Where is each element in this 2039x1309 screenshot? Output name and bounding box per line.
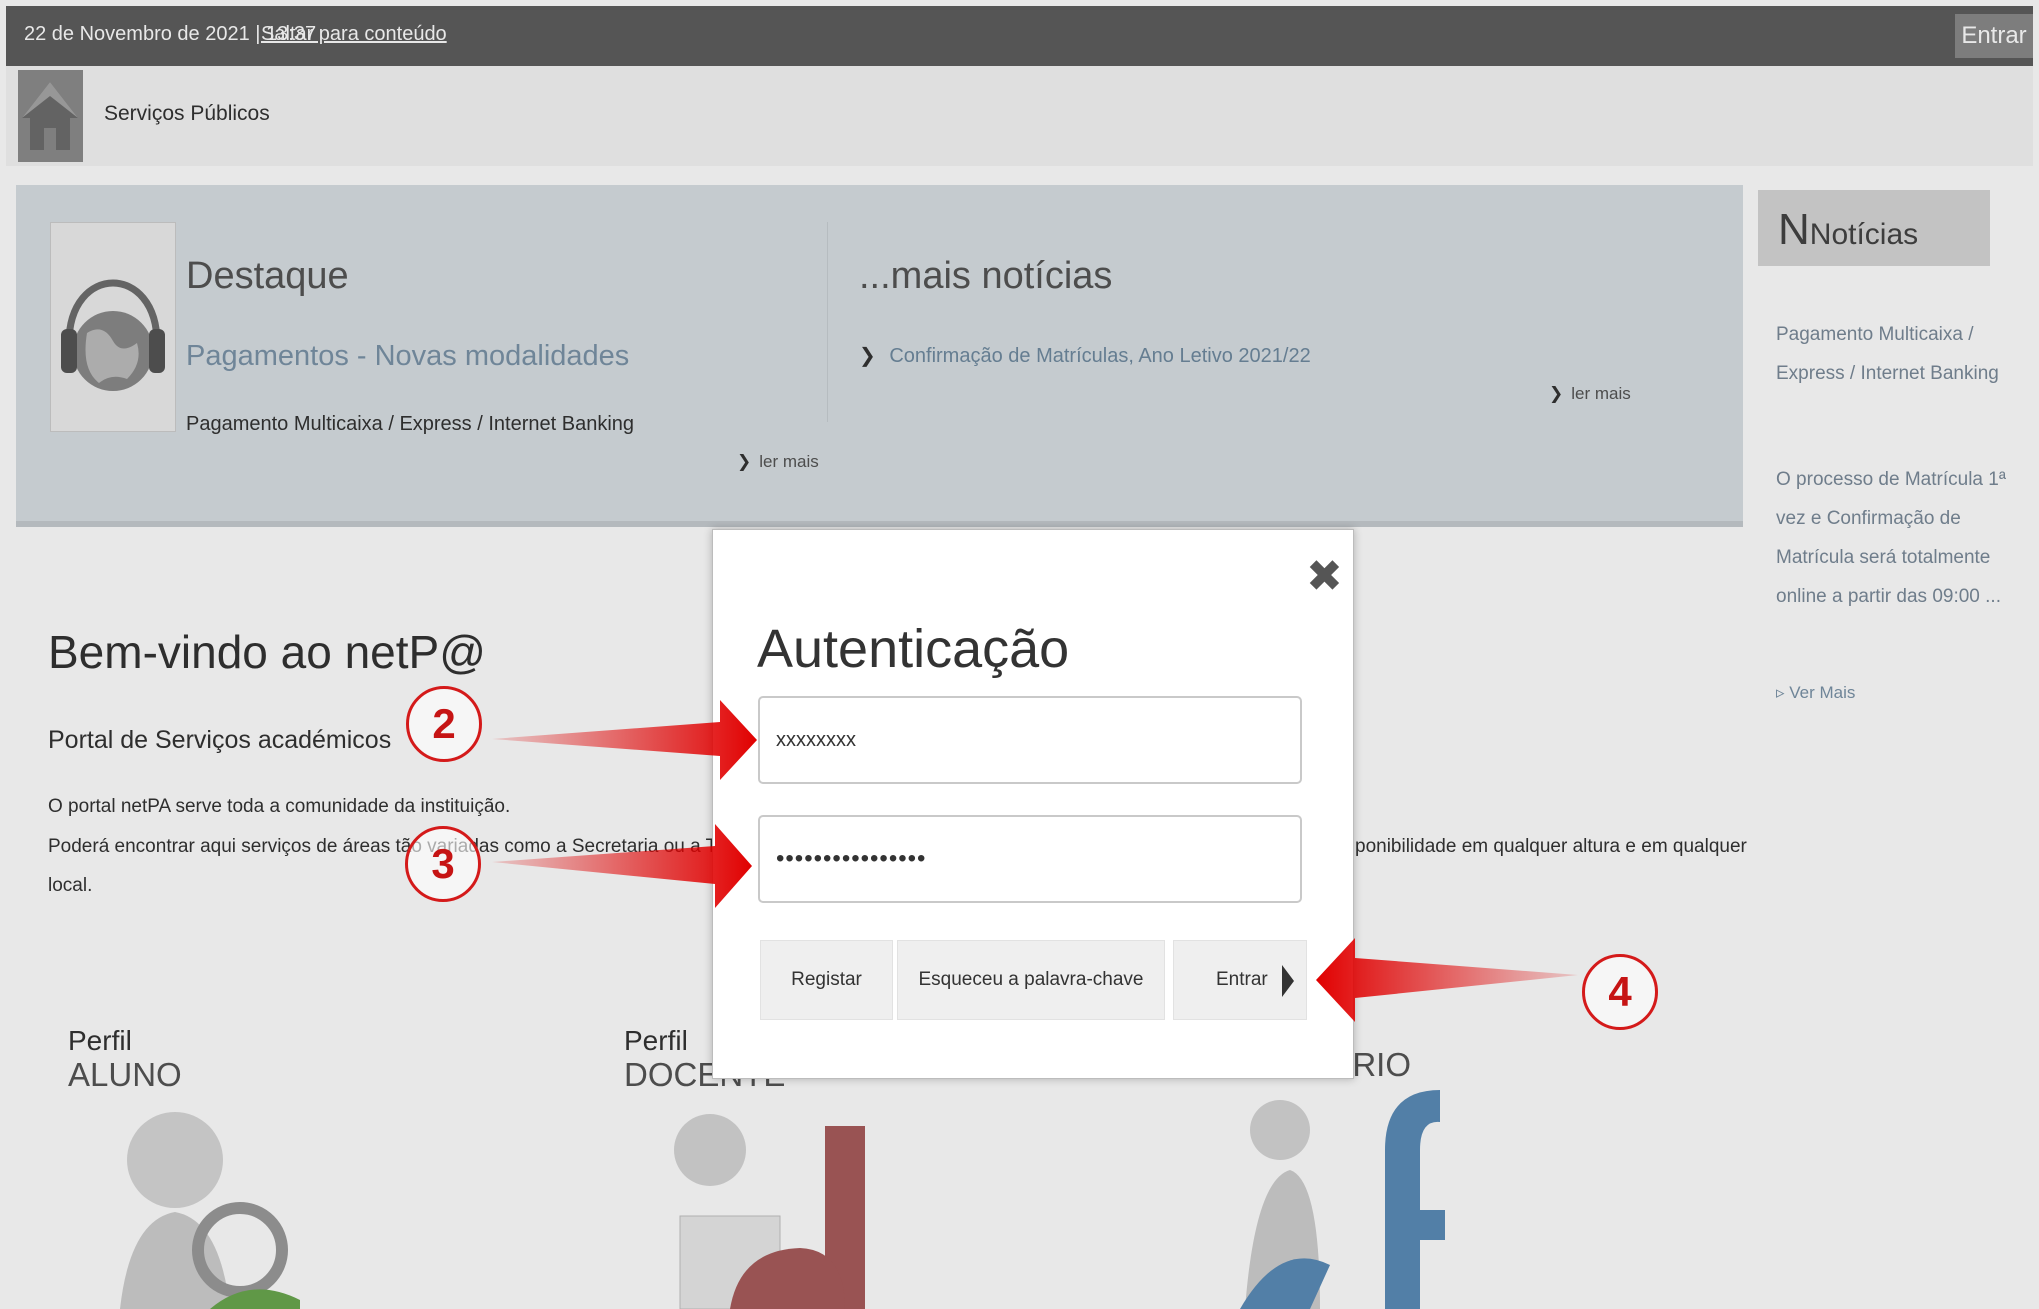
annotation-step-3: 3 xyxy=(405,826,481,902)
annotation-arrow xyxy=(492,700,757,780)
annotation-step-2: 2 xyxy=(406,686,482,762)
annotation-arrow xyxy=(1316,938,1578,1022)
annotation-arrow xyxy=(492,824,752,908)
annotation-arrows xyxy=(492,700,1578,1022)
annotation-step-4: 4 xyxy=(1582,954,1658,1030)
